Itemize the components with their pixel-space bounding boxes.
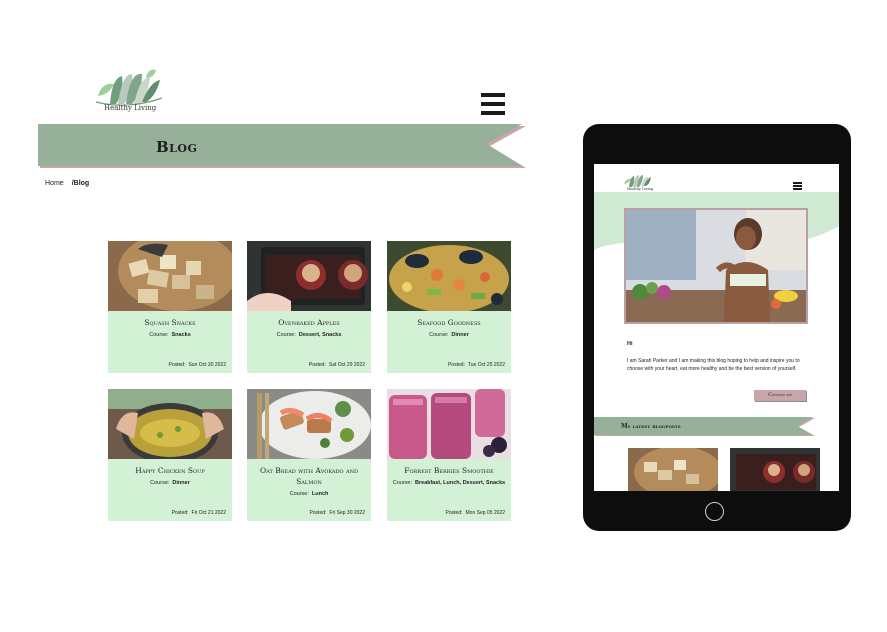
- menu-icon[interactable]: [481, 93, 505, 115]
- berries-smoothie-photo: [387, 389, 511, 459]
- latest-posts-title: My latest blogposts: [621, 423, 681, 430]
- card-title: Squash Snacks: [144, 318, 196, 327]
- blog-card[interactable]: Squash Snacks Course: Snacks Posted: Sun O…: [108, 241, 232, 373]
- ovenbaked-apples-photo: [247, 241, 371, 311]
- blog-card[interactable]: Forrest Berries Smoothie Course: Breakfas…: [387, 389, 511, 521]
- breadcrumb-home-link[interactable]: Home: [45, 180, 64, 187]
- card-posted-date: Posted: Sat Oct 29 2022: [308, 362, 365, 368]
- seafood-photo: [387, 241, 511, 311]
- card-title: Seafood Goodness: [417, 318, 481, 327]
- card-title: Happy Chicken Soup: [135, 466, 205, 475]
- tablet-screen: Healthy Living Hi I am Sarah Parker and …: [594, 164, 839, 491]
- squash-snacks-photo: [628, 448, 718, 491]
- card-title: Forrest Berries Smoothie: [404, 466, 494, 475]
- card-course: Course: Dessert, Snacks: [276, 332, 342, 338]
- card-title: Oat Bread with Avokado and Salmon: [260, 466, 358, 486]
- breadcrumb-current: /Blog: [71, 180, 90, 187]
- squash-snacks-photo: [108, 241, 232, 311]
- hero-photo-frame: [624, 208, 808, 324]
- blog-card[interactable]: Ovenbaked Apples Course: Dessert, Snacks …: [247, 241, 371, 373]
- card-posted-date: Posted: Fri Sep 30 2022: [309, 510, 365, 516]
- blog-card[interactable]: Seafood Goodness Course: Dinner Posted: Tu…: [387, 241, 511, 373]
- tablet-menu-icon[interactable]: [793, 182, 802, 191]
- contact-me-button[interactable]: Contact me: [754, 390, 806, 401]
- page-banner: [38, 124, 528, 170]
- card-course: Course: Lunch: [289, 491, 329, 497]
- tablet-home-button[interactable]: [705, 502, 724, 521]
- card-title: Ovenbaked Apples: [278, 318, 340, 327]
- card-posted-date: Posted: Tue Oct 25 2022: [447, 362, 505, 368]
- blog-card[interactable]: Happy Chicken Soup Course: Dinner Posted:…: [108, 389, 232, 521]
- blog-card[interactable]: Oat Bread with Avokado and Salmon Course…: [247, 389, 371, 521]
- card-posted-date: Posted: Mon Sep 05 2022: [445, 510, 505, 516]
- hero-photo: [626, 210, 806, 322]
- oat-bread-salmon-photo: [247, 389, 371, 459]
- tablet-intro-text: I am Sarah Parker and I am making this b…: [627, 358, 800, 372]
- tablet-post-preview[interactable]: [628, 448, 718, 491]
- tablet-logo[interactable]: Healthy Living: [622, 172, 654, 192]
- tablet-post-preview[interactable]: [730, 448, 820, 491]
- breadcrumb: Home/Blog: [45, 180, 89, 187]
- card-course: Course: Dinner: [429, 332, 469, 338]
- tablet-greeting: Hi: [627, 341, 633, 347]
- chicken-soup-photo: [108, 389, 232, 459]
- card-course: Course: Breakfast, Lunch, Dessert, Snacks: [392, 480, 506, 486]
- page-title: Blog: [156, 138, 198, 156]
- card-posted-date: Posted: Sun Oct 30 2022: [168, 362, 227, 368]
- card-course: Course: Snacks: [149, 332, 191, 338]
- card-course: Course: Dinner: [150, 480, 190, 486]
- logo-text: Healthy Living: [104, 104, 157, 112]
- card-posted-date: Posted: Fri Oct 21 2022: [171, 510, 226, 516]
- ovenbaked-apples-photo: [730, 448, 820, 491]
- tablet-logo-text: Healthy Living: [627, 187, 654, 191]
